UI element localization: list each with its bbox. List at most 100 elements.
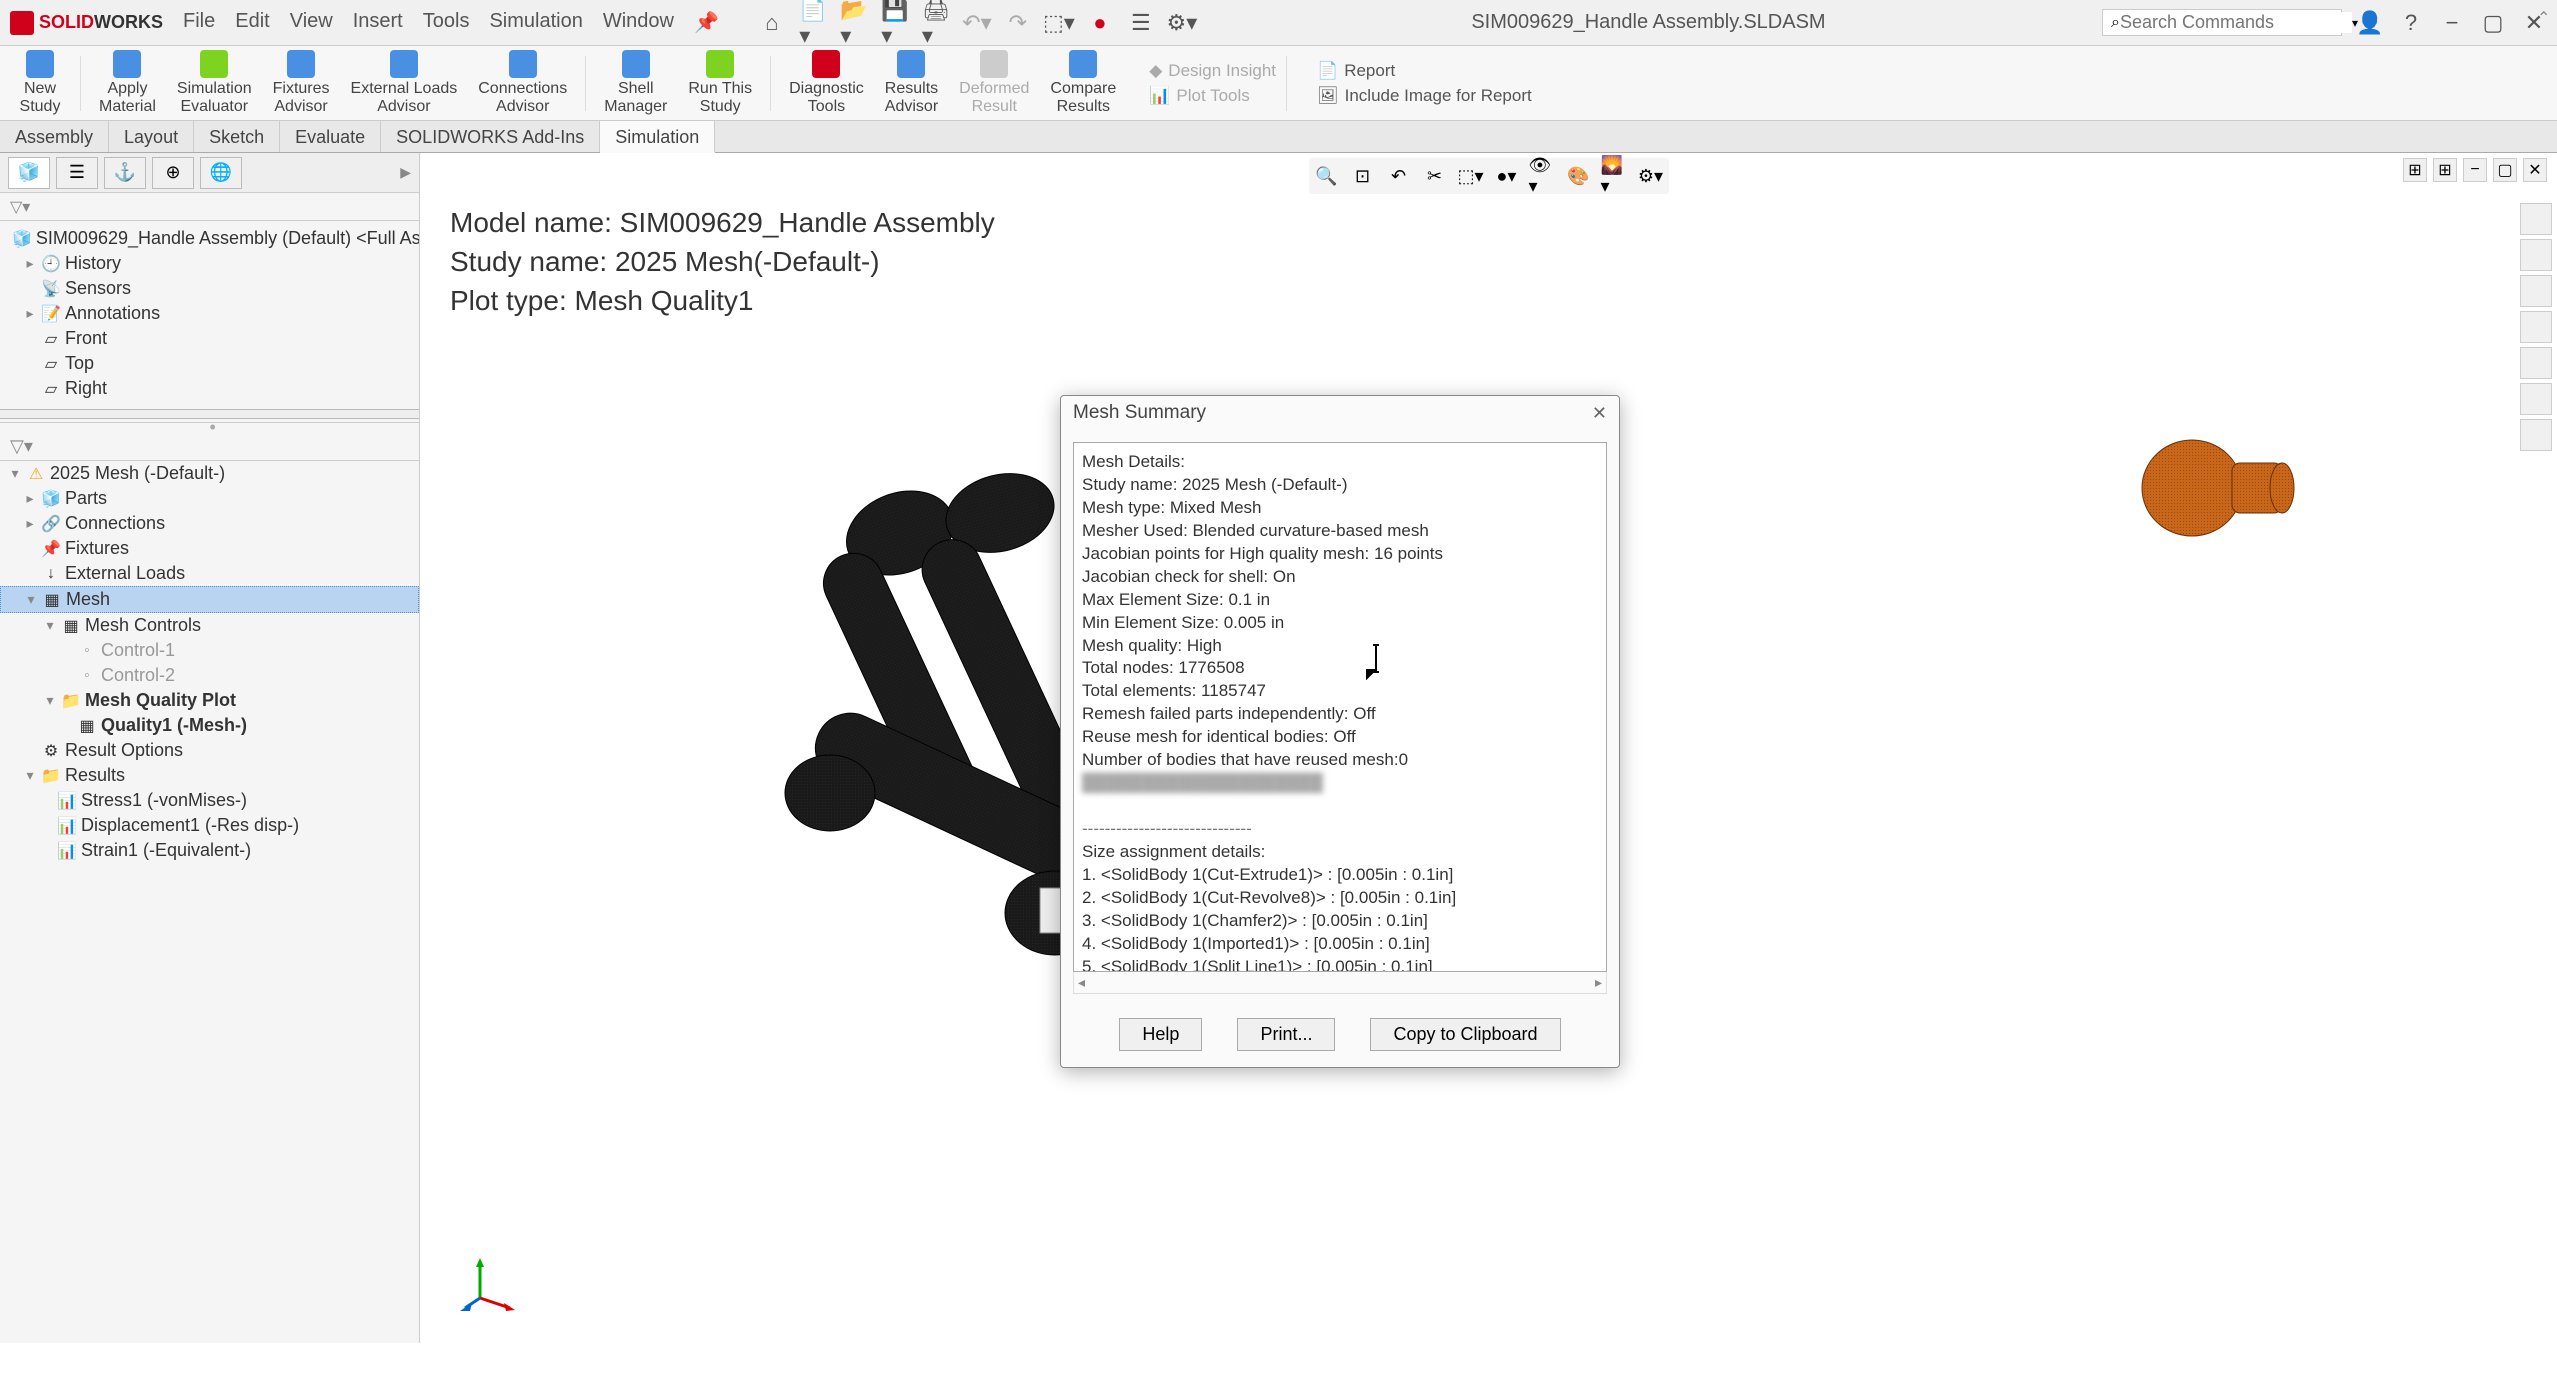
maximize-icon[interactable]: ▢ <box>2480 10 2506 36</box>
viewport-control-icon[interactable]: ⊞ <box>2433 158 2457 182</box>
previous-view-icon[interactable]: ↶ <box>1385 162 1413 190</box>
expand-icon[interactable]: ▸ <box>23 305 37 322</box>
compare-results-button[interactable]: Compare Results <box>1042 48 1124 117</box>
report-button[interactable]: 📄Report <box>1317 61 1532 81</box>
dialog-close-button[interactable]: ✕ <box>1592 403 1607 424</box>
print-button[interactable]: Print... <box>1237 1018 1335 1051</box>
taskpane-custom-props-icon[interactable] <box>2520 383 2552 415</box>
tab-sketch[interactable]: Sketch <box>194 121 280 152</box>
taskpane-design-library-icon[interactable] <box>2520 239 2552 271</box>
results-advisor-button[interactable]: Results Advisor <box>877 48 946 117</box>
coordinate-triad[interactable] <box>460 1253 520 1313</box>
select-icon[interactable]: ⬚▾ <box>1046 10 1072 36</box>
collapse-icon[interactable]: ▾ <box>23 767 37 784</box>
view-orientation-icon[interactable]: ⬚▾ <box>1457 162 1485 190</box>
include-image-button[interactable]: 🖼Include Image for Report <box>1317 86 1532 106</box>
tab-layout[interactable]: Layout <box>109 121 194 152</box>
sim-tree-mesh[interactable]: ▾▦Mesh <box>0 586 419 613</box>
display-tab-icon[interactable]: 🌐 <box>200 157 242 189</box>
menu-view[interactable]: View <box>290 10 333 35</box>
save-icon[interactable]: 💾▾ <box>882 10 908 36</box>
search-commands[interactable]: ⌕ ▾ <box>2102 9 2342 36</box>
tree-front-plane[interactable]: ▱Front <box>0 326 419 351</box>
fixtures-advisor-button[interactable]: Fixtures Advisor <box>265 48 338 117</box>
user-icon[interactable]: 👤 <box>2357 10 2383 36</box>
sim-tree-external-loads[interactable]: ↓External Loads <box>0 561 419 586</box>
menu-file[interactable]: File <box>183 10 215 35</box>
connections-advisor-button[interactable]: Connections Advisor <box>470 48 575 117</box>
sim-tree-parts[interactable]: ▸🧊Parts <box>0 486 419 511</box>
tree-top-plane[interactable]: ▱Top <box>0 351 419 376</box>
panel-expand-icon[interactable]: ▶ <box>400 164 411 181</box>
options-icon[interactable]: ☰ <box>1128 10 1154 36</box>
open-icon[interactable]: 📂▾ <box>841 10 867 36</box>
sim-tree-mesh-controls[interactable]: ▾▦Mesh Controls <box>0 613 419 638</box>
tree-history[interactable]: ▸🕘History <box>0 251 419 276</box>
tab-evaluate[interactable]: Evaluate <box>280 121 381 152</box>
horizontal-scrollbar[interactable]: ◂▸ <box>1073 972 1607 994</box>
expand-icon[interactable]: ▾ <box>8 465 22 482</box>
expand-icon[interactable]: ▸ <box>23 255 37 272</box>
display-style-icon[interactable]: ●▾ <box>1493 162 1521 190</box>
tab-addins[interactable]: SOLIDWORKS Add-Ins <box>381 121 600 152</box>
sim-tree-control1[interactable]: ◦Control-1 <box>0 638 419 663</box>
sim-tree-strain1[interactable]: 📊Strain1 (-Equivalent-) <box>0 838 419 863</box>
sim-tree-connections[interactable]: ▸🔗Connections <box>0 511 419 536</box>
redo-icon[interactable]: ↷ <box>1005 10 1031 36</box>
undo-icon[interactable]: ↶▾ <box>964 10 990 36</box>
tab-simulation[interactable]: Simulation <box>600 121 715 153</box>
run-this-study-button[interactable]: Run This Study <box>680 48 760 117</box>
taskpane-resources-icon[interactable] <box>2520 203 2552 235</box>
viewport-control-icon[interactable]: ⊞ <box>2403 158 2427 182</box>
sim-tree-control2[interactable]: ◦Control-2 <box>0 663 419 688</box>
filter-icon[interactable]: ▽▾ <box>10 197 30 217</box>
viewport-maximize-icon[interactable]: ▢ <box>2493 158 2517 182</box>
menu-simulation[interactable]: Simulation <box>489 10 582 35</box>
home-icon[interactable]: ⌂ <box>759 10 785 36</box>
apply-scene-icon[interactable]: 🌄▾ <box>1601 162 1629 190</box>
menu-pin-icon[interactable]: 📌 <box>694 10 719 35</box>
viewport-minimize-icon[interactable]: − <box>2463 158 2487 182</box>
sim-tree-mesh-quality-plot[interactable]: ▾📁Mesh Quality Plot <box>0 688 419 713</box>
new-doc-icon[interactable]: 📄▾ <box>800 10 826 36</box>
copy-clipboard-button[interactable]: Copy to Clipboard <box>1370 1018 1560 1051</box>
collapse-icon[interactable]: ▾ <box>24 591 38 608</box>
settings-icon[interactable]: ⚙▾ <box>1169 10 1195 36</box>
tree-sensors[interactable]: 📡Sensors <box>0 276 419 301</box>
section-view-icon[interactable]: ✂ <box>1421 162 1449 190</box>
sim-tree-results[interactable]: ▾📁Results <box>0 763 419 788</box>
config-tab-icon[interactable]: ⚓ <box>104 157 146 189</box>
zoom-area-icon[interactable]: ⊡ <box>1349 162 1377 190</box>
taskpane-appearances-icon[interactable] <box>2520 347 2552 379</box>
zoom-fit-icon[interactable]: 🔍 <box>1313 162 1341 190</box>
filter-icon[interactable]: ▽▾ <box>10 436 33 457</box>
dimxpert-tab-icon[interactable]: ⊕ <box>152 157 194 189</box>
property-tab-icon[interactable]: ☰ <box>56 157 98 189</box>
menu-window[interactable]: Window <box>603 10 674 35</box>
apply-material-button[interactable]: Apply Material <box>91 48 164 117</box>
taskpane-view-palette-icon[interactable] <box>2520 311 2552 343</box>
sim-tree-fixtures[interactable]: 📌Fixtures <box>0 536 419 561</box>
menu-tools[interactable]: Tools <box>423 10 470 35</box>
simulation-evaluator-button[interactable]: Simulation Evaluator <box>169 48 260 117</box>
diagnostic-tools-button[interactable]: Diagnostic Tools <box>781 48 872 117</box>
dialog-titlebar[interactable]: Mesh Summary ✕ <box>1061 396 1619 430</box>
help-button[interactable]: Help <box>1119 1018 1202 1051</box>
sim-tree-displacement1[interactable]: 📊Displacement1 (-Res disp-) <box>0 813 419 838</box>
print-icon[interactable]: 🖨▾ <box>923 10 949 36</box>
collapse-icon[interactable]: ▾ <box>43 692 57 709</box>
tab-assembly[interactable]: Assembly <box>0 121 109 152</box>
menu-insert[interactable]: Insert <box>353 10 403 35</box>
view-settings-icon[interactable]: ⚙▾ <box>1637 162 1665 190</box>
collapse-icon[interactable]: ▾ <box>43 617 57 634</box>
hide-show-icon[interactable]: 👁▾ <box>1529 162 1557 190</box>
expand-icon[interactable]: ▸ <box>23 515 37 532</box>
sim-tree-quality1[interactable]: ▦Quality1 (-Mesh-) <box>0 713 419 738</box>
mesh-summary-text[interactable]: Mesh Details: Study name: 2025 Mesh (-De… <box>1073 442 1607 972</box>
new-study-button[interactable]: New Study <box>10 48 70 117</box>
minimize-icon[interactable]: − <box>2439 10 2465 36</box>
tree-right-plane[interactable]: ▱Right <box>0 376 419 401</box>
sim-tree-stress1[interactable]: 📊Stress1 (-vonMises-) <box>0 788 419 813</box>
expand-icon[interactable]: ▸ <box>23 490 37 507</box>
sim-tree-study[interactable]: ▾⚠2025 Mesh (-Default-) <box>0 461 419 486</box>
